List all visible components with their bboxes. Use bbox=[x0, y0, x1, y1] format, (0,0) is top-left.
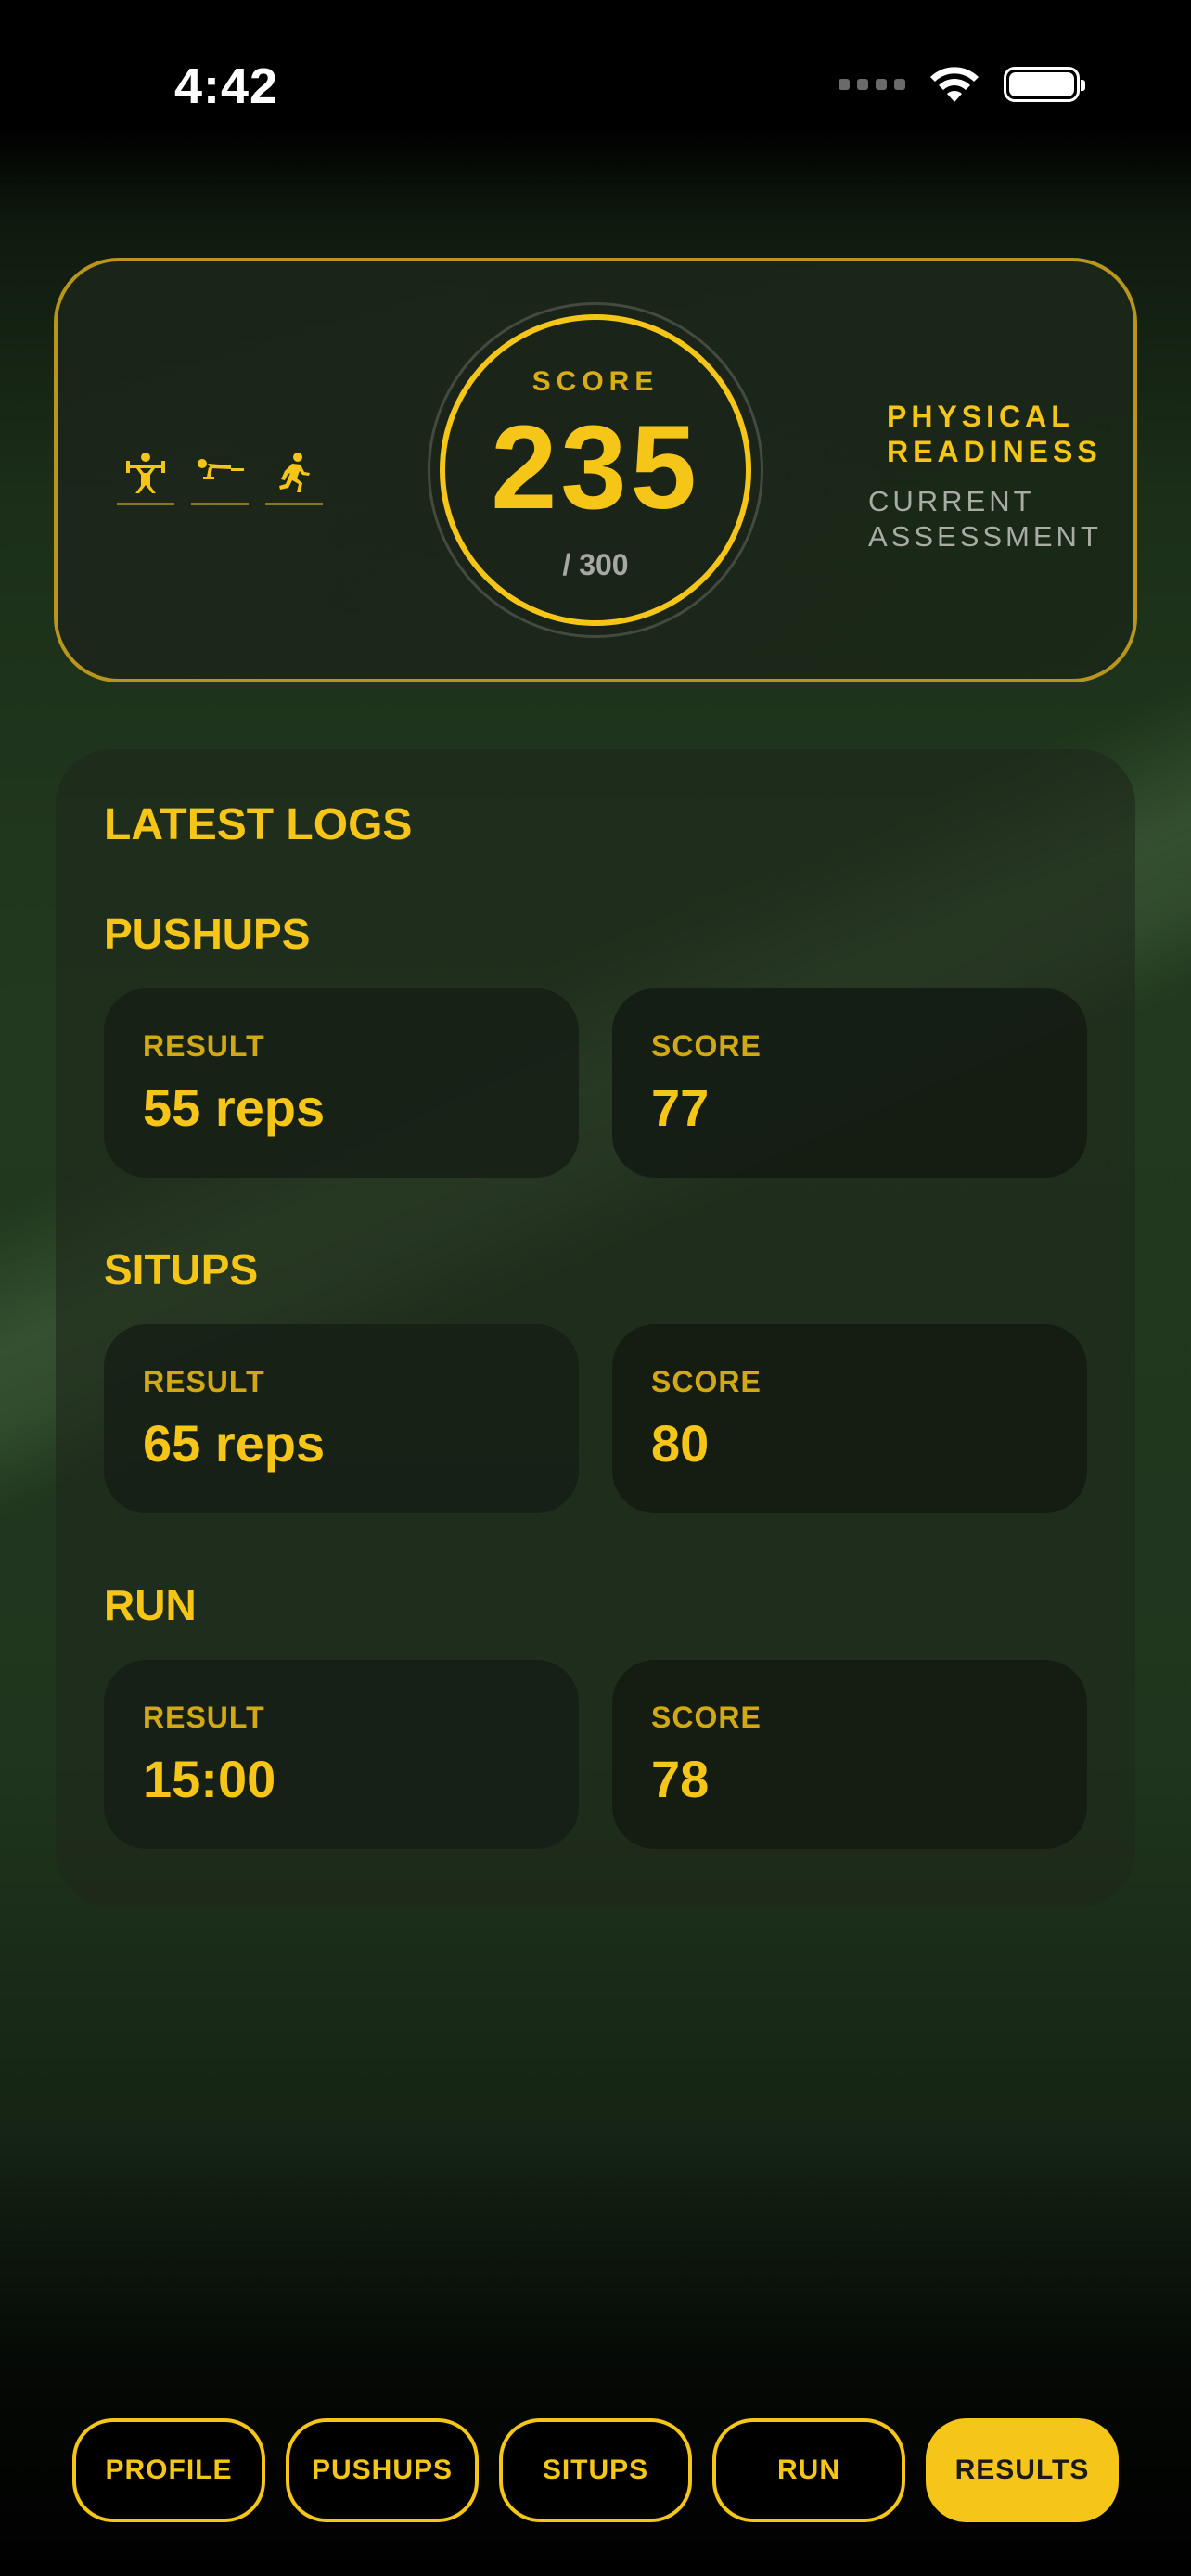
result-label: RESULT bbox=[143, 1029, 265, 1063]
battery-icon bbox=[1004, 67, 1085, 102]
bottom-tab-bar: PROFILE PUSHUPS SITUPS RUN RESULTS bbox=[72, 2418, 1119, 2522]
section-title-run: RUN bbox=[104, 1581, 197, 1629]
score-label: SCORE bbox=[651, 1701, 762, 1734]
result-label: RESULT bbox=[143, 1365, 265, 1398]
exercise-icons bbox=[117, 453, 323, 505]
latest-logs-title: LATEST LOGS bbox=[104, 800, 413, 849]
wifi-icon bbox=[930, 67, 979, 102]
cellular-signal-icon bbox=[839, 79, 905, 90]
weightlifting-icon bbox=[117, 453, 174, 505]
total-score-value: 235 bbox=[491, 402, 700, 534]
latest-logs-card: LATEST LOGS PUSHUPS RESULT 55 reps SCORE… bbox=[56, 749, 1135, 1906]
max-score: / 300 bbox=[562, 548, 629, 581]
run-result-tile: RESULT 15:00 bbox=[104, 1660, 579, 1849]
situps-score-value: 80 bbox=[651, 1414, 710, 1473]
run-result-value: 15:00 bbox=[143, 1750, 276, 1808]
physical-readiness-title: PHYSICAL READINESS bbox=[887, 400, 1102, 468]
status-time: 4:42 bbox=[174, 58, 279, 114]
assessment-heading: PHYSICAL READINESS CURRENT ASSESSMENT bbox=[868, 399, 1128, 555]
pushups-score-value: 77 bbox=[651, 1078, 710, 1137]
situps-score-tile: SCORE 80 bbox=[612, 1324, 1087, 1513]
pushups-result-value: 55 reps bbox=[143, 1078, 326, 1137]
status-indicators bbox=[839, 65, 1085, 104]
run-score-value: 78 bbox=[651, 1750, 710, 1808]
score-label: SCORE bbox=[651, 1365, 762, 1398]
score-summary-card: SCORE 235 / 300 PHYSICAL READINESS CURRE… bbox=[54, 258, 1137, 682]
tab-results[interactable]: RESULTS bbox=[926, 2418, 1119, 2522]
pushups-result-tile: RESULT 55 reps bbox=[104, 988, 579, 1178]
score-ring: SCORE 235 / 300 bbox=[440, 314, 751, 626]
tab-run[interactable]: RUN bbox=[712, 2418, 905, 2522]
current-assessment-subtitle: CURRENT ASSESSMENT bbox=[868, 485, 1102, 553]
section-title-situps: SITUPS bbox=[104, 1245, 259, 1294]
pushups-score-tile: SCORE 77 bbox=[612, 988, 1087, 1178]
tab-pushups[interactable]: PUSHUPS bbox=[286, 2418, 479, 2522]
score-label: SCORE bbox=[651, 1029, 762, 1063]
situps-result-tile: RESULT 65 reps bbox=[104, 1324, 579, 1513]
score-label: SCORE bbox=[531, 366, 660, 397]
tab-situps[interactable]: SITUPS bbox=[499, 2418, 692, 2522]
section-title-pushups: PUSHUPS bbox=[104, 910, 311, 958]
situps-result-value: 65 reps bbox=[143, 1414, 326, 1473]
result-label: RESULT bbox=[143, 1701, 265, 1734]
running-icon bbox=[265, 453, 323, 505]
run-score-tile: SCORE 78 bbox=[612, 1660, 1087, 1849]
tab-profile[interactable]: PROFILE bbox=[72, 2418, 265, 2522]
pushup-icon bbox=[191, 453, 249, 505]
